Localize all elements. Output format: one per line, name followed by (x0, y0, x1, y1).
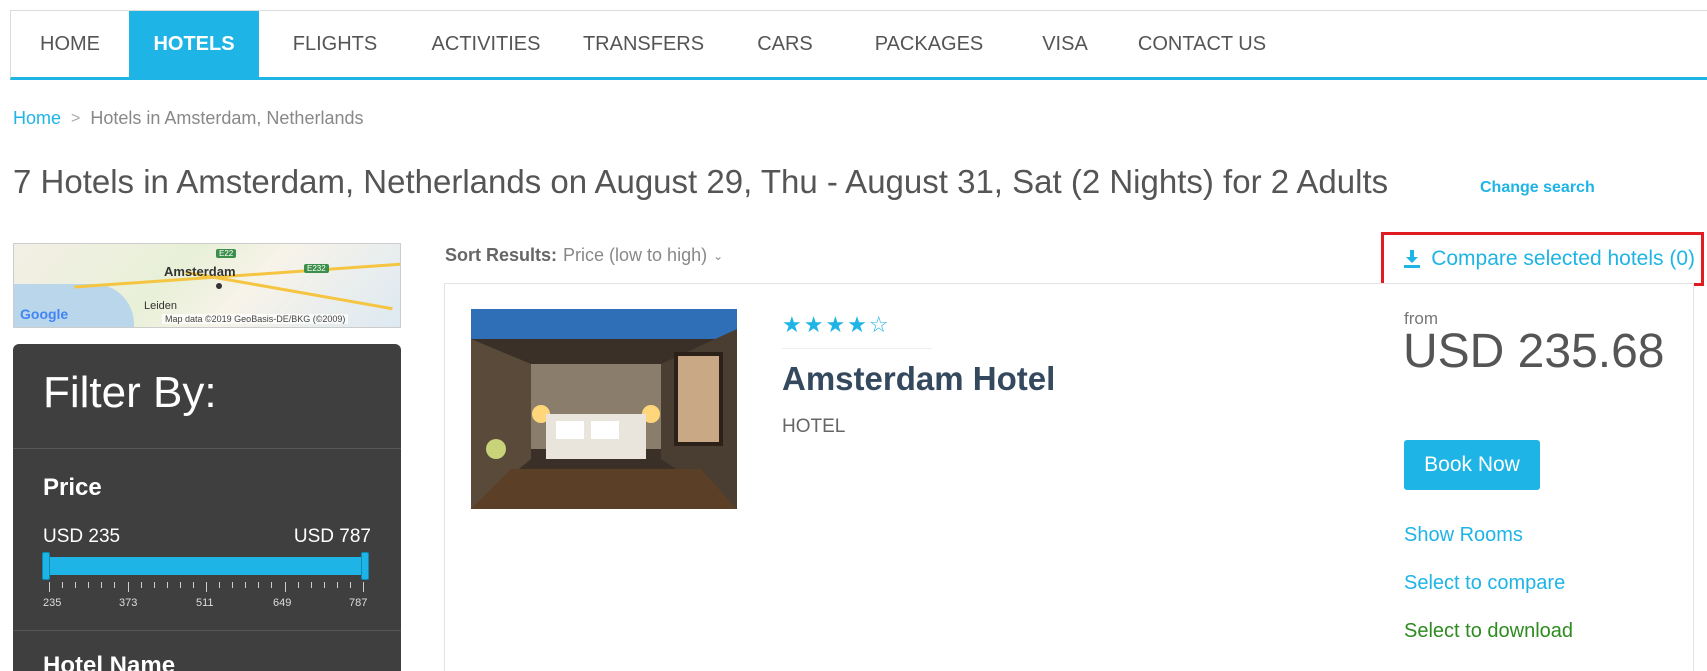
slider-tick (166, 582, 168, 588)
price-range-slider[interactable] (45, 557, 365, 575)
slider-tick (88, 582, 90, 588)
location-map[interactable]: E22 E232 Amsterdam Leiden Google Map dat… (13, 243, 401, 328)
price-max-label: USD 787 (293, 526, 371, 547)
breadcrumb: Home > Hotels in Amsterdam, Netherlands (13, 108, 363, 129)
nav-activities[interactable]: ACTIVITIES (411, 11, 561, 78)
price-tick-label: 787 (349, 597, 368, 609)
price-tick-label: 373 (119, 597, 138, 609)
map-road (74, 262, 400, 289)
sort-value: Price (low to high) (563, 245, 708, 265)
price-slider-ticks (49, 582, 364, 592)
slider-tick (271, 582, 273, 588)
slider-tick (62, 582, 64, 588)
change-search-link[interactable]: Change search (1480, 179, 1595, 197)
nav-home[interactable]: HOME (11, 11, 129, 78)
map-city-marker (216, 283, 222, 289)
price-filter-label: Price (43, 474, 102, 501)
slider-tick (363, 582, 364, 592)
hotel-card: ★★★★☆ Amsterdam Hotel HOTEL from USD 235… (444, 283, 1694, 671)
nav-transfers[interactable]: TRANSFERS (561, 11, 726, 78)
map-road-shield: E232 (304, 264, 329, 273)
slider-tick (349, 582, 351, 588)
hotel-room-image (471, 309, 737, 509)
filter-panel: Filter By: Price USD 235 USD 787 235 373… (13, 344, 401, 671)
slider-tick (284, 582, 286, 592)
nav-flights[interactable]: FLIGHTS (259, 11, 411, 78)
hotel-type: HOTEL (782, 416, 846, 437)
breadcrumb-current: Hotels in Amsterdam, Netherlands (90, 108, 364, 128)
slider-tick (258, 582, 260, 588)
sort-dropdown[interactable]: Sort Results: Price (low to high) ⌄ (445, 245, 723, 266)
main-nav: HOME HOTELS FLIGHTS ACTIVITIES TRANSFERS… (10, 10, 1707, 80)
filter-divider (13, 630, 401, 631)
download-icon (1404, 250, 1421, 268)
slider-tick (232, 582, 234, 588)
map-town-label: Leiden (144, 300, 178, 312)
filter-title: Filter By: (43, 368, 217, 417)
breadcrumb-separator: > (71, 109, 81, 127)
slider-tick (245, 582, 247, 588)
price-tick-label: 511 (196, 597, 214, 609)
map-road-shield: E22 (216, 249, 237, 258)
compare-selected-hotels-button[interactable]: Compare selected hotels (0) (1381, 232, 1704, 286)
slider-tick (75, 582, 77, 588)
slider-tick (310, 582, 312, 588)
show-rooms-link[interactable]: Show Rooms (1404, 524, 1523, 547)
slider-tick (153, 582, 155, 588)
price-slider-max-handle[interactable] (361, 552, 369, 580)
nav-visa[interactable]: VISA (1014, 11, 1116, 78)
slider-tick (192, 582, 194, 588)
hotel-name-link[interactable]: Amsterdam Hotel (782, 360, 1055, 398)
slider-tick (323, 582, 325, 588)
slider-tick (206, 582, 207, 592)
slider-tick (127, 582, 129, 592)
price-tick-label: 235 (43, 597, 62, 609)
hotel-name-filter-label: Hotel Name (43, 652, 176, 671)
nav-cars[interactable]: CARS (726, 11, 844, 78)
google-logo: Google (20, 306, 69, 322)
select-to-compare-link[interactable]: Select to compare (1404, 572, 1565, 595)
slider-tick (140, 582, 142, 588)
book-now-button[interactable]: Book Now (1404, 440, 1540, 490)
map-attribution: Map data ©2019 GeoBasis-DE/BKG (©2009) (162, 314, 349, 324)
price-slider-min-handle[interactable] (42, 552, 50, 580)
rating-divider (782, 348, 932, 349)
slider-tick (219, 582, 221, 588)
map-city-label: Amsterdam (164, 264, 236, 279)
slider-tick (49, 582, 50, 592)
slider-tick (336, 582, 338, 588)
page-title: 7 Hotels in Amsterdam, Netherlands on Au… (13, 163, 1389, 200)
price-min-label: USD 235 (43, 526, 121, 547)
nav-packages[interactable]: PACKAGES (844, 11, 1014, 78)
compare-label: Compare selected hotels (0) (1431, 247, 1695, 270)
breadcrumb-home-link[interactable]: Home (13, 108, 61, 129)
sort-label: Sort Results: (445, 245, 558, 265)
price-tick-label: 649 (273, 597, 292, 609)
slider-tick (101, 582, 103, 588)
slider-tick (297, 582, 299, 588)
nav-contact-us[interactable]: CONTACT US (1116, 11, 1288, 78)
filter-divider (13, 448, 401, 449)
slider-tick (179, 582, 181, 588)
nav-hotels[interactable]: HOTELS (129, 11, 259, 78)
slider-tick (114, 582, 116, 588)
chevron-down-icon: ⌄ (713, 248, 724, 263)
hotel-price: USD 235.68 (1403, 325, 1665, 378)
hotel-star-rating: ★★★★☆ (782, 312, 891, 337)
hotel-photo[interactable] (471, 309, 737, 509)
select-to-download-link[interactable]: Select to download (1404, 620, 1573, 643)
